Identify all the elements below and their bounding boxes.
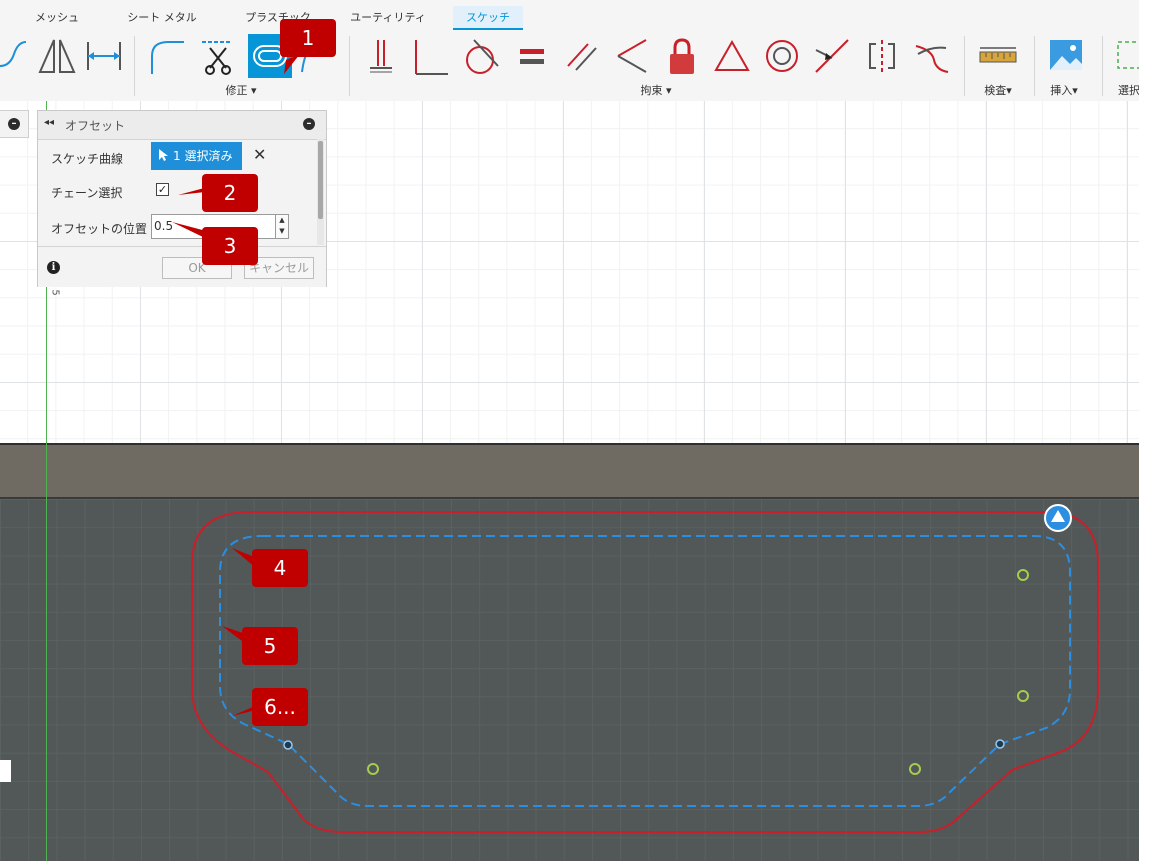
callout-2: 2	[202, 174, 258, 212]
callout-5: 5	[242, 627, 298, 665]
callout-pointers	[172, 54, 300, 716]
callout-1: 1	[280, 19, 336, 57]
callout-4: 4	[252, 549, 308, 587]
callout-3: 3	[202, 227, 258, 265]
callout-6: 6...	[252, 688, 308, 726]
